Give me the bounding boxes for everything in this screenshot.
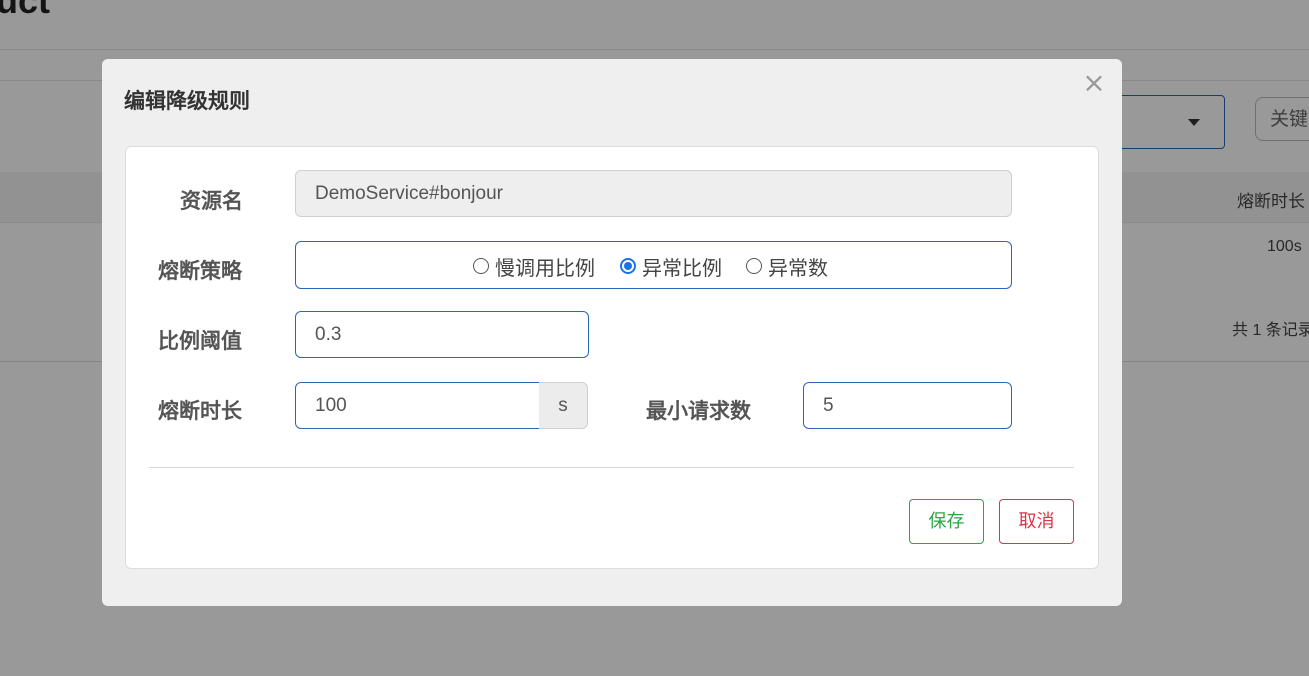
radio-unchecked-icon: [746, 258, 762, 274]
min-request-input[interactable]: 5: [803, 382, 1012, 429]
radio-label-slow-call-ratio: 慢调用比例: [495, 255, 595, 280]
radio-slow-call-ratio[interactable]: 慢调用比例: [473, 255, 595, 280]
circuit-strategy-label: 熔断策略: [158, 259, 242, 283]
radio-checked-icon: [620, 258, 636, 274]
resource-name-label: 资源名: [180, 189, 243, 213]
radio-unchecked-icon: [473, 258, 489, 274]
circuit-duration-label: 熔断时长: [158, 399, 242, 423]
radio-exception-count[interactable]: 异常数: [746, 255, 828, 280]
circuit-strategy-radio-group: 慢调用比例 异常比例 异常数: [295, 241, 1012, 289]
radio-label-exception-count: 异常数: [768, 255, 828, 280]
cancel-button[interactable]: 取消: [999, 499, 1074, 544]
radio-label-exception-ratio: 异常比例: [642, 255, 722, 280]
save-button[interactable]: 保存: [909, 499, 984, 544]
duration-unit-addon: s: [539, 382, 588, 429]
ratio-threshold-input[interactable]: 0.3: [295, 311, 589, 358]
resource-name-input: DemoService#bonjour: [295, 170, 1012, 217]
rule-form: 资源名 DemoService#bonjour 熔断策略 慢调用比例 异常比例 …: [125, 146, 1099, 569]
dialog-title: 编辑降级规则: [124, 89, 250, 113]
min-request-label: 最小请求数: [646, 399, 751, 423]
circuit-duration-input[interactable]: 100: [295, 382, 540, 429]
form-divider: [149, 467, 1074, 468]
ratio-threshold-label: 比例阈值: [158, 329, 242, 353]
edit-degrade-rule-dialog: 编辑降级规则 × 资源名 DemoService#bonjour 熔断策略 慢调…: [102, 59, 1122, 606]
radio-exception-ratio[interactable]: 异常比例: [620, 255, 722, 280]
close-icon[interactable]: ×: [1082, 69, 1106, 97]
